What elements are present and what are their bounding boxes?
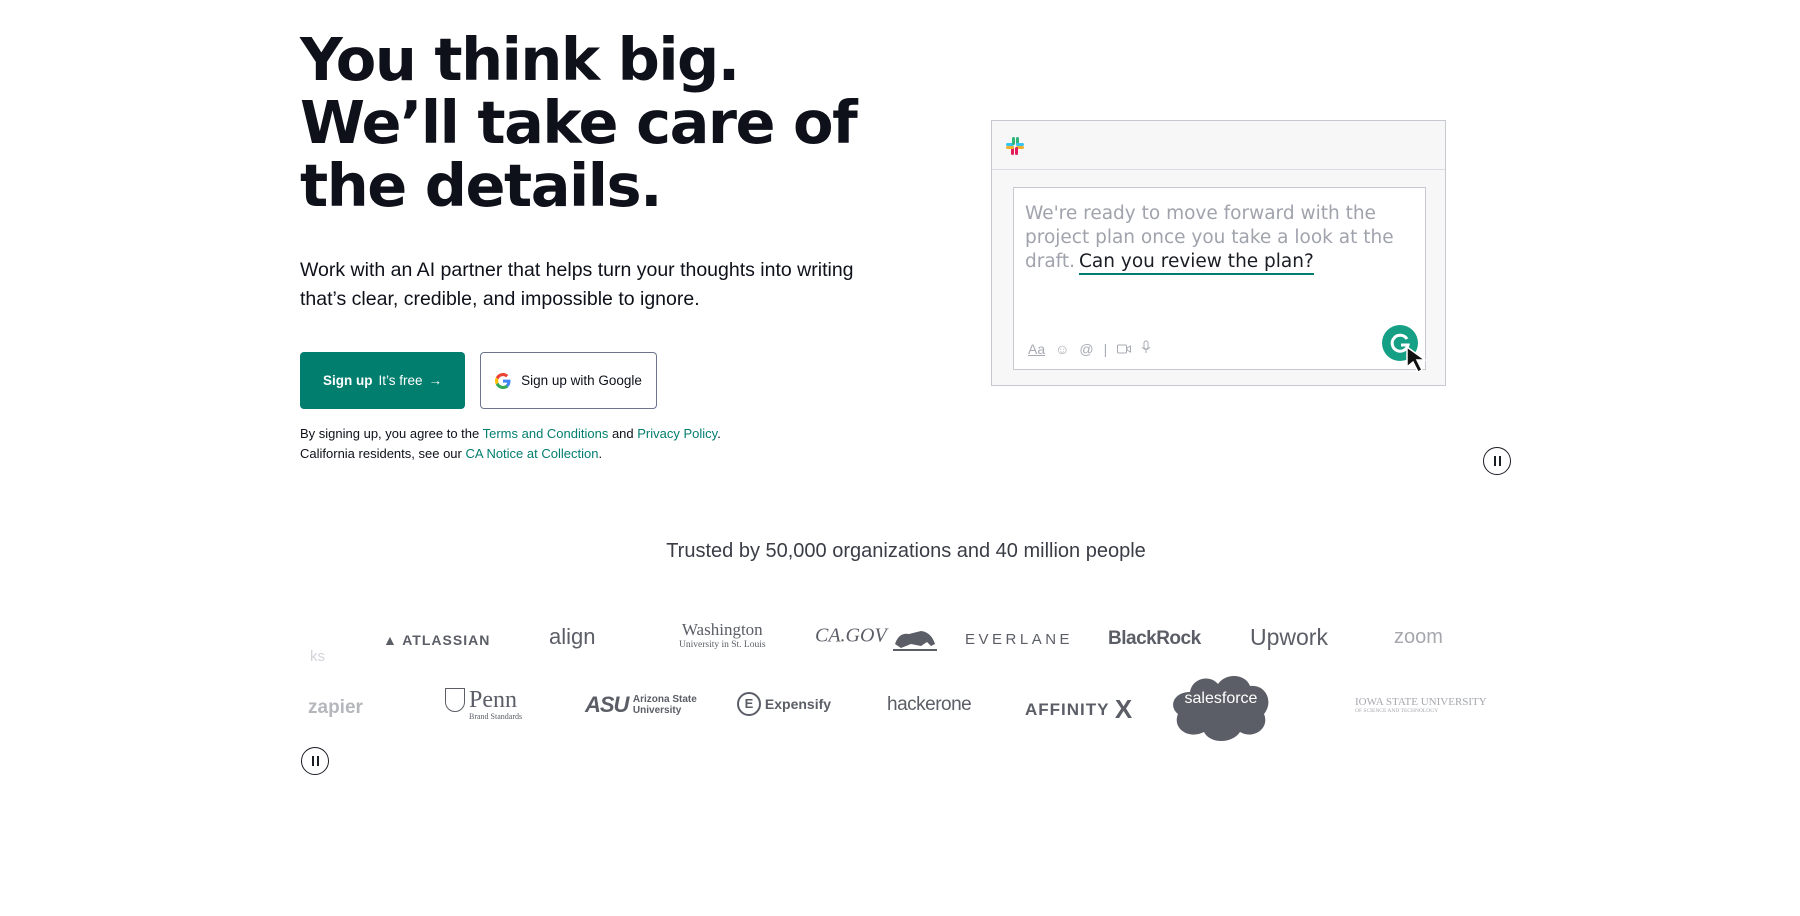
mention-icon[interactable]: @ <box>1079 341 1093 357</box>
logo-salesforce: salesforce <box>1170 670 1272 742</box>
terms-link[interactable]: Terms and Conditions <box>483 426 609 441</box>
signup-label: Sign up <box>322 373 373 388</box>
microphone-icon[interactable] <box>1141 340 1151 357</box>
privacy-link[interactable]: Privacy Policy <box>637 426 717 441</box>
logo-upwork: Upwork <box>1250 624 1328 650</box>
toolbar-divider: | <box>1103 340 1108 357</box>
expensify-e-icon: E <box>737 692 761 716</box>
logo-iowa-state: IOWA STATE UNIVERSITY OF SCIENCE AND TEC… <box>1355 696 1487 714</box>
logo-hackerone: hackerone <box>887 694 972 715</box>
cursor-icon <box>1405 345 1433 380</box>
logo-align: align <box>549 624 596 649</box>
google-signup-label: Sign up with Google <box>521 373 642 388</box>
logo-cagov: CA.GOV <box>815 622 939 652</box>
logo-affinity: AFFINITY X <box>1025 694 1134 724</box>
logo-asu: ASU Arizona State University <box>585 692 697 717</box>
logo-zoom: zoom <box>1394 626 1443 648</box>
hero-headline: You think big. We’ll take care of the de… <box>300 25 858 220</box>
google-signup-button[interactable]: Sign up with Google <box>480 352 657 409</box>
compose-toolbar: Aa ☺ @ | <box>1028 340 1151 357</box>
message-text: We're ready to move forward with the pro… <box>1025 202 1405 275</box>
hero-subhead: Work with an AI partner that helps turn … <box>300 259 854 310</box>
demo-slack-card: We're ready to move forward with the pro… <box>991 120 1446 386</box>
google-icon <box>495 372 511 389</box>
video-icon[interactable] <box>1117 341 1132 357</box>
suggestion-text: Can you review the plan? <box>1079 251 1314 275</box>
signup-free-label: It’s free <box>378 373 423 388</box>
logos-pause-button[interactable] <box>301 747 329 775</box>
slack-icon <box>1004 135 1026 162</box>
legal-notice: By signing up, you agree to the Terms an… <box>300 426 721 461</box>
logo-expensify: E Expensify <box>737 692 831 716</box>
logo-penn: Penn Brand Standards <box>445 688 522 721</box>
trusted-heading: Trusted by 50,000 organizations and 40 m… <box>666 540 1146 562</box>
logo-everlane: EVERLANE <box>965 631 1074 648</box>
arrow-right-icon: → <box>428 373 443 388</box>
signup-button[interactable]: Sign up It’s free → <box>300 352 465 409</box>
logo-partial: ks <box>310 648 325 665</box>
logo-washington: Washington University in St. Louis <box>679 620 766 650</box>
demo-pause-button[interactable] <box>1483 447 1511 475</box>
logo-blackrock: BlackRock <box>1108 628 1201 649</box>
demo-topbar <box>992 121 1445 170</box>
penn-shield-icon <box>445 688 465 712</box>
emoji-icon[interactable]: ☺ <box>1055 341 1069 357</box>
logo-zapier: zapier <box>308 697 363 718</box>
logo-atlassian: ▲ ATLASSIAN <box>383 632 491 648</box>
message-compose-box[interactable]: We're ready to move forward with the pro… <box>1013 187 1428 374</box>
logos-row-1: ks ▲ ATLASSIAN align Washington Universi… <box>300 610 1520 665</box>
logos-row-2: zapier Penn Brand Standards ASU Arizona … <box>300 670 1520 750</box>
ca-notice-link[interactable]: CA Notice at Collection <box>465 446 598 461</box>
format-icon[interactable]: Aa <box>1028 341 1045 357</box>
